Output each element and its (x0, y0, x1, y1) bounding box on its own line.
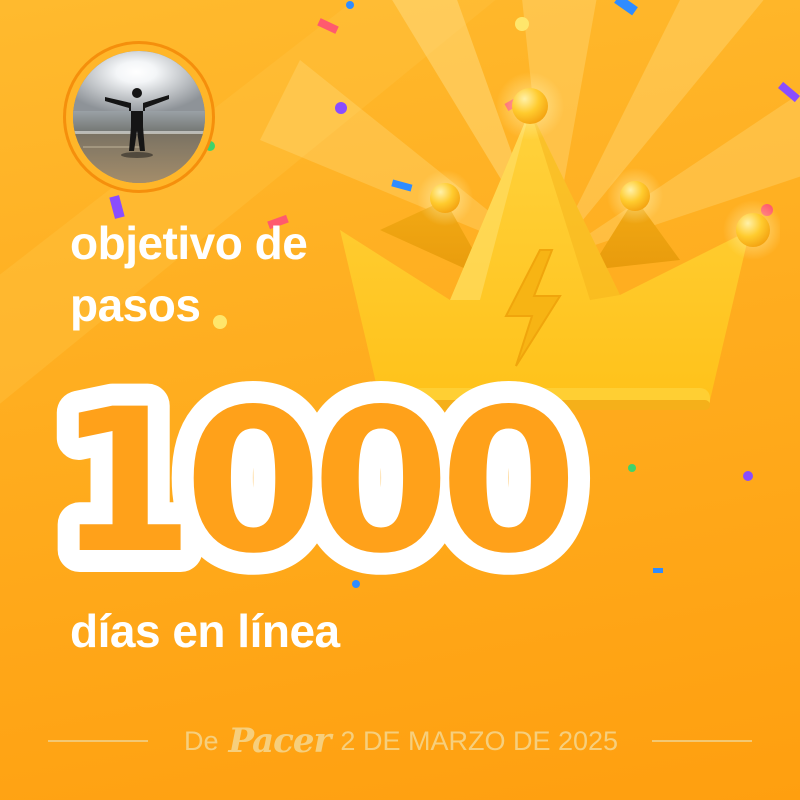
footer-prefix: De (183, 725, 219, 756)
achievement-number: 1000 1000 (34, 360, 600, 590)
footer: De Pacer 2 DE MARZO DE 2025 (0, 719, 800, 763)
pacer-logo: Pacer (228, 721, 331, 761)
achievement-card: objetivo de pasos 1000 1000 días en líne… (0, 0, 800, 800)
footer-divider-left (48, 740, 148, 742)
achievement-number-fill: 1000 (56, 366, 568, 590)
headline-line-2: pasos (70, 279, 201, 331)
days-online-label: días en línea (70, 605, 340, 657)
person-silhouette-beach-photo (73, 51, 205, 183)
user-avatar (66, 44, 212, 190)
goal-headline: objetivo de pasos (70, 212, 390, 336)
footer-divider-right (652, 740, 752, 742)
headline-line-1: objetivo de (70, 217, 308, 269)
footer-date: 2 DE MARZO DE 2025 (340, 725, 619, 756)
footer-attribution: De Pacer 2 DE MARZO DE 2025 (166, 719, 636, 763)
